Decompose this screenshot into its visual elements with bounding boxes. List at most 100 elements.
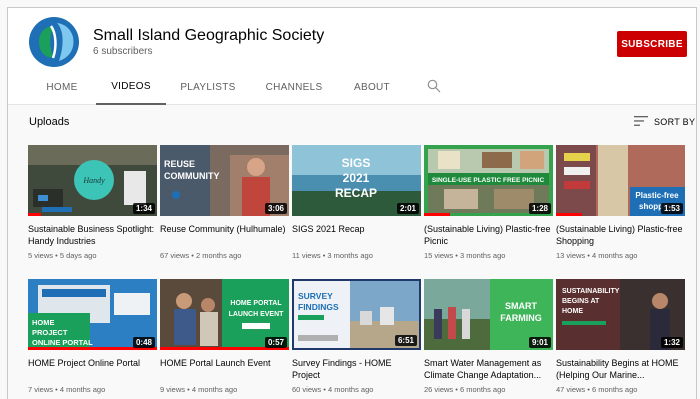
upload-age: 4 months ago [59, 385, 106, 394]
video-duration: 0:57 [264, 337, 287, 348]
svg-text:SIGS: SIGS [342, 156, 371, 170]
svg-text:LAUNCH EVENT: LAUNCH EVENT [229, 311, 285, 318]
subscribe-button[interactable]: SUBSCRIBE [617, 31, 687, 57]
svg-text:2021: 2021 [343, 171, 370, 185]
video-meta: 11 views • 3 months ago [292, 251, 373, 260]
view-count: 13 views [556, 251, 586, 260]
svg-text:Plastic-free: Plastic-free [635, 191, 679, 200]
video-title[interactable]: SIGS 2021 Recap [292, 223, 421, 247]
video-card[interactable]: SIGS 2021 RECAP 2:01 SIGS 2021 Recap 11 … [292, 145, 421, 260]
upload-age: 6 months ago [591, 385, 638, 394]
upload-age: 3 months ago [459, 251, 506, 260]
video-title[interactable]: Sustainable Business Spotlight: Handy In… [28, 223, 157, 247]
video-card[interactable]: SINGLE-USE PLASTIC FREE PICNIC 1:28 (Sus… [424, 145, 553, 260]
view-count: 67 views [160, 251, 190, 260]
view-count: 9 views [160, 385, 186, 394]
upload-age: 4 months ago [191, 385, 238, 394]
video-meta: 67 views • 2 months ago [160, 251, 242, 260]
video-thumbnail[interactable]: Plastic-free shopping 1:53 [556, 145, 685, 216]
video-title[interactable]: (Sustainable Living) Plastic-free Picnic [424, 223, 553, 247]
view-count: 15 views [424, 251, 454, 260]
svg-text:FINDINGS: FINDINGS [298, 302, 339, 312]
tab-channels[interactable]: CHANNELS [263, 70, 325, 105]
watch-progress [28, 213, 41, 216]
channel-header: Small Island Geographic Society 6 subscr… [8, 8, 696, 105]
video-title[interactable]: Sustainability Begins at HOME (Helping O… [556, 357, 685, 381]
video-thumbnail[interactable]: SINGLE-USE PLASTIC FREE PICNIC 1:28 [424, 145, 553, 216]
svg-text:PROJECT: PROJECT [32, 328, 68, 337]
video-duration: 1:34 [132, 203, 155, 214]
video-thumbnail[interactable]: Handy 1:34 [28, 145, 157, 216]
search-icon[interactable] [427, 79, 441, 93]
video-card[interactable]: HOME PORTAL LAUNCH EVENT 0:57 HOME Porta… [160, 279, 289, 394]
view-count: 26 views [424, 385, 454, 394]
video-meta: 7 views • 4 months ago [28, 385, 106, 394]
watch-progress [556, 213, 582, 216]
upload-age: 2 months ago [195, 251, 242, 260]
video-card[interactable]: Handy 1:34 Sustainable Business Spotligh… [28, 145, 157, 260]
video-card[interactable]: HOME PROJECT ONLINE PORTAL 0:48 HOME Pro… [28, 279, 157, 394]
video-title[interactable]: Reuse Community (Hulhumale) [160, 223, 289, 247]
video-card[interactable]: SUSTAINABILITY BEGINS AT HOME 1:32 Susta… [556, 279, 685, 394]
tab-home[interactable]: HOME [41, 70, 83, 105]
svg-text:HOME: HOME [562, 308, 583, 315]
video-meta: 15 views • 3 months ago [424, 251, 506, 260]
video-meta: 47 views • 6 months ago [556, 385, 638, 394]
svg-text:BEGINS AT: BEGINS AT [562, 298, 600, 305]
sort-by-label: SORT BY [654, 117, 696, 127]
video-thumbnail[interactable]: SMART FARMING 9:01 [424, 279, 553, 350]
video-meta: 26 views • 6 months ago [424, 385, 506, 394]
video-duration: 1:53 [660, 203, 683, 214]
tab-videos[interactable]: VIDEOS [96, 70, 166, 105]
video-meta: 60 views • 4 months ago [292, 385, 374, 394]
view-count: 5 views [28, 251, 54, 260]
upload-age: 4 months ago [327, 385, 374, 394]
video-card[interactable]: SMART FARMING 9:01 Smart Water Managemen… [424, 279, 553, 394]
video-card[interactable]: SURVEY FINDINGS 6:51 Survey Findings - H… [292, 279, 421, 394]
video-meta: 13 views • 4 months ago [556, 251, 638, 260]
svg-text:HOME PORTAL: HOME PORTAL [230, 300, 282, 307]
video-duration: 3:06 [264, 203, 287, 214]
video-title[interactable]: HOME Portal Launch Event [160, 357, 289, 381]
video-meta: 5 views • 5 days ago [28, 251, 97, 260]
channel-name: Small Island Geographic Society [93, 27, 325, 44]
video-title[interactable]: (Sustainable Living) Plastic-free Shoppi… [556, 223, 685, 247]
svg-text:SMART: SMART [505, 301, 537, 311]
video-thumbnail[interactable]: HOME PORTAL LAUNCH EVENT 0:57 [160, 279, 289, 350]
video-card[interactable]: Plastic-free shopping 1:53 (Sustainable … [556, 145, 685, 260]
view-count: 11 views [292, 251, 321, 260]
upload-age: 3 months ago [327, 251, 373, 260]
video-title[interactable]: Survey Findings - HOME Project [292, 357, 421, 381]
video-title[interactable]: HOME Project Online Portal [28, 357, 157, 381]
upload-age: 5 days ago [59, 251, 97, 260]
svg-text:HOME: HOME [32, 318, 55, 327]
watch-progress [424, 213, 450, 216]
video-thumbnail[interactable]: REUSE COMMUNITY 3:06 [160, 145, 289, 216]
upload-age: 4 months ago [591, 251, 638, 260]
video-duration: 2:01 [396, 203, 419, 214]
svg-text:SURVEY: SURVEY [298, 291, 333, 301]
svg-text:REUSE: REUSE [164, 159, 195, 169]
svg-text:SUSTAINABILITY: SUSTAINABILITY [562, 288, 620, 295]
video-duration: 1:32 [660, 337, 683, 348]
tab-playlists[interactable]: PLAYLISTS [177, 70, 239, 105]
video-thumbnail[interactable]: HOME PROJECT ONLINE PORTAL 0:48 [28, 279, 157, 350]
channel-avatar[interactable] [29, 17, 79, 67]
video-thumbnail[interactable]: SURVEY FINDINGS 6:51 [292, 279, 421, 350]
svg-text:SINGLE-USE PLASTIC FREE PICNIC: SINGLE-USE PLASTIC FREE PICNIC [432, 177, 545, 184]
video-duration: 6:51 [394, 335, 417, 346]
tab-about[interactable]: ABOUT [348, 70, 396, 105]
subscriber-count: 6 subscribers [93, 46, 153, 57]
video-thumbnail[interactable]: SUSTAINABILITY BEGINS AT HOME 1:32 [556, 279, 685, 350]
video-card[interactable]: REUSE COMMUNITY 3:06 Reuse Community (Hu… [160, 145, 289, 260]
video-thumbnail[interactable]: SIGS 2021 RECAP 2:01 [292, 145, 421, 216]
channel-page: Small Island Geographic Society 6 subscr… [7, 7, 697, 399]
sort-by-button[interactable]: SORT BY [634, 116, 695, 128]
video-title[interactable]: Smart Water Management as Climate Change… [424, 357, 553, 381]
video-duration: 1:28 [528, 203, 551, 214]
video-duration: 9:01 [528, 337, 551, 348]
svg-text:RECAP: RECAP [335, 186, 377, 200]
sort-icon [634, 116, 648, 128]
svg-text:ONLINE PORTAL: ONLINE PORTAL [32, 338, 93, 347]
svg-text:Handy: Handy [82, 176, 105, 185]
